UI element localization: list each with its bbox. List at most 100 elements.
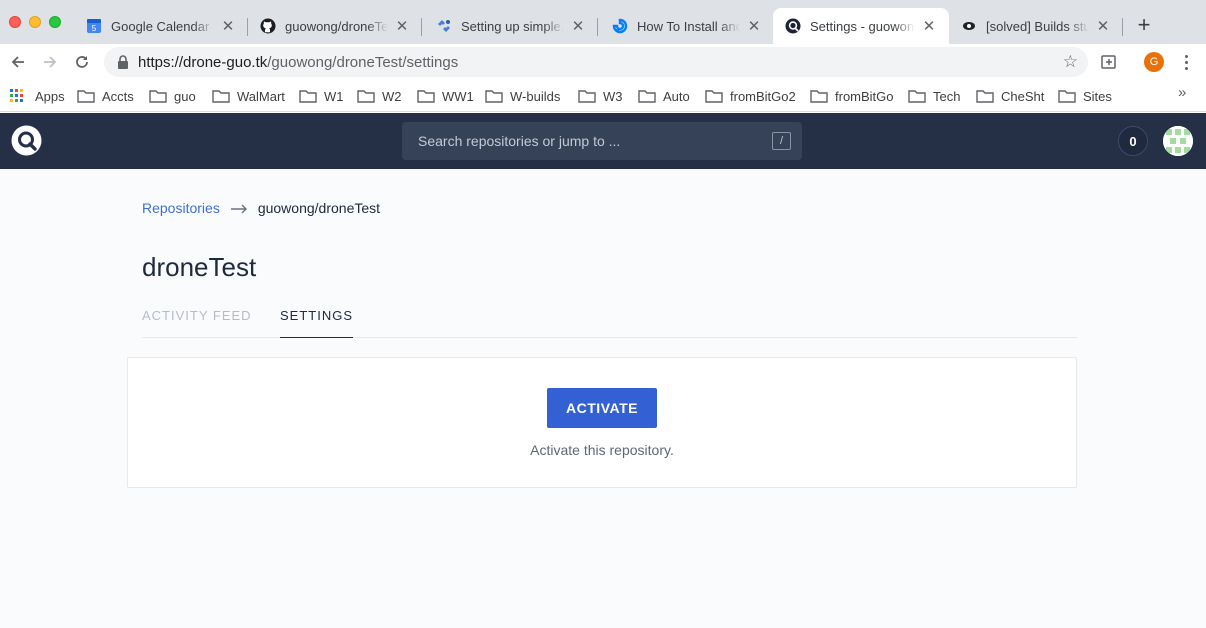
- browser-tab-how-to-install[interactable]: How To Install and U ✕: [600, 8, 774, 44]
- bookmark-label: Sites: [1083, 88, 1112, 104]
- bookmark-folder[interactable]: WW1: [417, 85, 474, 107]
- apps-grid-icon: [10, 89, 28, 103]
- bookmarks-overflow-icon[interactable]: »: [1178, 84, 1186, 101]
- tab-activity-feed[interactable]: ACTIVITY FEED: [142, 308, 252, 338]
- bookmark-folder[interactable]: Auto: [638, 85, 690, 107]
- bookmark-label: W3: [603, 88, 623, 104]
- breadcrumb-current: guowong/droneTest: [257, 200, 381, 216]
- close-tab-icon[interactable]: ✕: [394, 18, 410, 35]
- bookmark-label: WalMart: [237, 88, 285, 104]
- bookmark-folder[interactable]: CheSht: [976, 85, 1044, 107]
- browser-tab-setting-up[interactable]: Setting up simple, s ✕: [424, 8, 598, 44]
- new-tab-icon[interactable]: +: [1133, 14, 1155, 36]
- tab-title: Google Calendar - W: [111, 18, 214, 34]
- browser-tab-github[interactable]: guowong/droneTest ✕: [248, 8, 422, 44]
- browser-tab-strip: 5 Google Calendar - W ✕ guowong/droneTes…: [0, 0, 1206, 44]
- folder-icon: [417, 89, 435, 103]
- bookmark-label: W2: [382, 88, 402, 104]
- folder-icon: [485, 89, 503, 103]
- repo-search-input[interactable]: Search repositories or jump to ... /: [402, 122, 802, 160]
- bookmark-folder[interactable]: W1: [299, 85, 344, 107]
- search-placeholder: Search repositories or jump to ...: [418, 133, 621, 149]
- forward-icon[interactable]: [38, 50, 62, 74]
- folder-icon: [357, 89, 375, 103]
- repo-tabs: ACTIVITY FEED SETTINGS: [142, 308, 1077, 338]
- bookmark-folder[interactable]: W3: [578, 85, 623, 107]
- profile-avatar[interactable]: G: [1144, 52, 1164, 72]
- back-icon[interactable]: [6, 50, 30, 74]
- activate-card: ACTIVATE Activate this repository.: [127, 357, 1077, 488]
- tab-title: guowong/droneTest: [285, 18, 388, 34]
- browser-tab-solved[interactable]: [solved] Builds stuc ✕: [949, 8, 1123, 44]
- discourse-icon: [961, 18, 977, 34]
- tab-separator: [1122, 18, 1123, 36]
- minimize-window-button[interactable]: [29, 16, 41, 28]
- drone-icon: [785, 18, 801, 34]
- calendar-icon: 5: [86, 18, 102, 34]
- folder-icon: [810, 89, 828, 103]
- close-window-button[interactable]: [9, 16, 21, 28]
- url-text: https://drone-guo.tk/guowong/droneTest/s…: [138, 54, 458, 71]
- drone-logo-icon[interactable]: [11, 125, 42, 156]
- running-builds-counter[interactable]: 0: [1118, 126, 1148, 156]
- arrow-right-icon: [230, 201, 248, 215]
- svg-text:5: 5: [92, 24, 97, 33]
- bookmark-label: Tech: [933, 88, 961, 104]
- bookmarks-bar: Apps Accts guo WalMart W1 W2 WW1 W-build…: [0, 80, 1206, 112]
- url-origin: https://drone-guo.tk: [138, 53, 268, 71]
- activate-hint: Activate this repository.: [530, 442, 674, 458]
- browser-tab-settings[interactable]: Settings - guowong ✕: [773, 8, 949, 44]
- tab-title: How To Install and U: [637, 18, 740, 34]
- bookmark-label: Apps: [35, 88, 65, 104]
- bookmark-folder[interactable]: Tech: [908, 85, 960, 107]
- close-tab-icon[interactable]: ✕: [921, 18, 937, 35]
- browser-tab-calendar[interactable]: 5 Google Calendar - W ✕: [74, 8, 248, 44]
- puzzle-icon: [436, 18, 452, 34]
- zoom-window-button[interactable]: [49, 16, 61, 28]
- browser-toolbar: https://drone-guo.tk/guowong/droneTest/s…: [0, 44, 1206, 80]
- bookmark-label: Accts: [102, 88, 134, 104]
- close-tab-icon[interactable]: ✕: [746, 18, 762, 35]
- bookmark-folder[interactable]: W-builds: [485, 85, 560, 107]
- bookmark-folder[interactable]: W2: [357, 85, 402, 107]
- lock-icon[interactable]: [116, 55, 130, 69]
- tab-title: Settings - guowong: [810, 18, 915, 34]
- repo-settings-page: Repositories guowong/droneTest droneTest…: [0, 169, 1206, 628]
- digitalocean-icon: [612, 18, 628, 34]
- address-bar[interactable]: https://drone-guo.tk/guowong/droneTest/s…: [104, 47, 1088, 77]
- tab-title: Setting up simple, s: [461, 18, 564, 34]
- folder-icon: [638, 89, 656, 103]
- bookmark-folder[interactable]: WalMart: [212, 85, 285, 107]
- bookmark-label: fromBitGo: [835, 88, 894, 104]
- bookmark-label: W1: [324, 88, 344, 104]
- close-tab-icon[interactable]: ✕: [570, 18, 586, 35]
- user-avatar[interactable]: [1163, 126, 1193, 156]
- bookmark-label: CheSht: [1001, 88, 1045, 104]
- folder-icon: [578, 89, 596, 103]
- chrome-menu-icon[interactable]: [1180, 52, 1192, 72]
- tab-settings[interactable]: SETTINGS: [280, 308, 354, 338]
- activate-button[interactable]: ACTIVATE: [547, 388, 657, 428]
- github-icon: [260, 18, 276, 34]
- reload-icon[interactable]: [70, 50, 94, 74]
- tab-separator: [597, 18, 598, 36]
- folder-icon: [908, 89, 926, 103]
- bookmark-label: WW1: [442, 88, 474, 104]
- breadcrumb-repositories-link[interactable]: Repositories: [142, 200, 220, 216]
- bookmark-folder[interactable]: fromBitGo2: [705, 85, 796, 107]
- bookmark-apps[interactable]: Apps: [10, 85, 65, 107]
- bookmark-folder[interactable]: fromBitGo: [810, 85, 894, 107]
- bookmark-label: fromBitGo2: [730, 88, 796, 104]
- bookmark-folder[interactable]: Sites: [1058, 85, 1112, 107]
- extension-icon[interactable]: [1099, 52, 1119, 72]
- folder-icon: [1058, 89, 1076, 103]
- bookmark-star-icon[interactable]: ☆: [1063, 53, 1078, 70]
- close-tab-icon[interactable]: ✕: [1095, 18, 1111, 35]
- bookmark-folder[interactable]: Accts: [77, 85, 134, 107]
- close-tab-icon[interactable]: ✕: [220, 18, 236, 35]
- page-title: droneTest: [142, 252, 257, 282]
- bookmark-folder[interactable]: guo: [149, 85, 196, 107]
- folder-icon: [976, 89, 994, 103]
- bookmark-label: Auto: [663, 88, 690, 104]
- breadcrumb: Repositories guowong/droneTest: [142, 200, 380, 216]
